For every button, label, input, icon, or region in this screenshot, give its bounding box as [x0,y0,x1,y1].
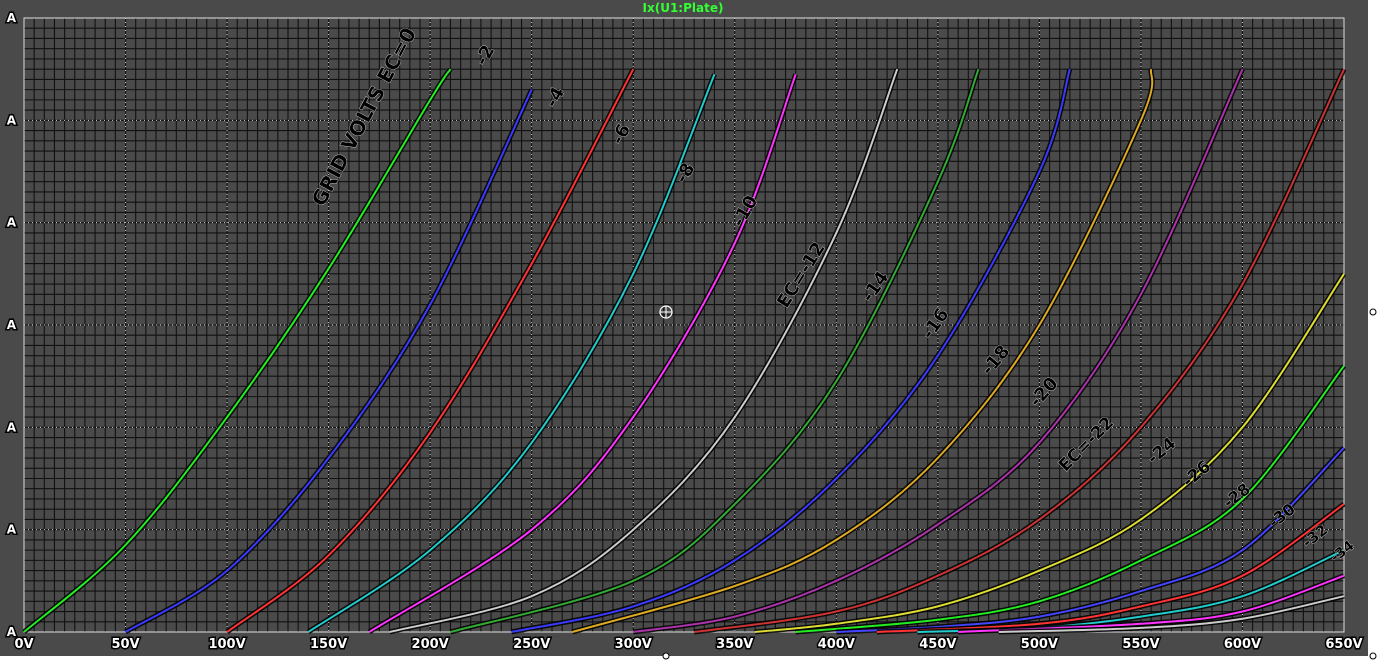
trace-title[interactable]: Ix(U1:Plate) [643,1,724,15]
x-tick-label: 200V [412,637,449,652]
x-tick-label: 600V [1224,637,1261,652]
x-tick-label: 450V [919,637,956,652]
x-tick-label: 650V [1325,637,1362,652]
x-tick-label: 0V [14,637,33,652]
cursor-crosshair-icon[interactable] [659,305,673,319]
y-tick-label: A [7,318,17,332]
handle-corner [1369,652,1377,660]
y-tick-label: A [7,420,17,434]
x-tick-label: 300V [615,637,652,652]
y-tick-label: A [7,625,17,639]
x-tick-label: 100V [208,637,245,652]
x-tick-label: 550V [1122,637,1159,652]
x-tick-label: 50V [111,637,139,652]
x-tick-label: 350V [716,637,753,652]
handle-bottom [662,652,670,660]
x-tick-label: 400V [818,637,855,652]
x-tick-label: 500V [1021,637,1058,652]
x-tick-label: 250V [513,637,550,652]
x-tick-label: 150V [310,637,347,652]
handle-right [1369,308,1377,316]
plot-window[interactable]: GRID VOLTS EC=0 -2 -4 -6 -8 -10 EC=-12 -14 -16 -1… [0,0,1380,664]
y-tick-label: A [7,523,17,537]
y-tick-label: A [7,216,17,230]
y-tick-label: A [7,11,17,25]
y-tick-label: A [7,113,17,127]
characteristic-curves-chart[interactable]: GRID VOLTS EC=0 -2-4-6-8-10EC=-12 -14-16-1… [0,0,1380,664]
